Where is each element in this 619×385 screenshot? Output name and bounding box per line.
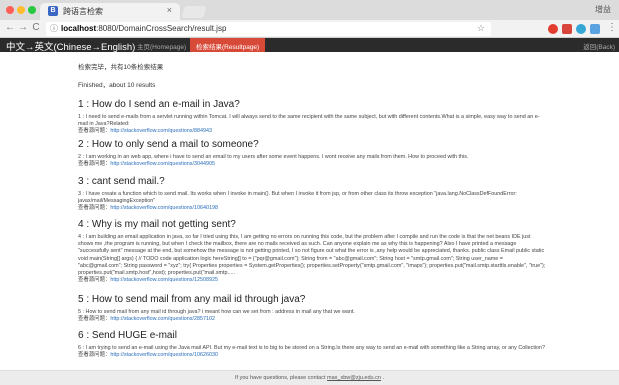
result-title: 5 : How to send mail from any mail id th…: [78, 294, 306, 305]
result-item: 6 : Send HUGE e-mail 6 : I am trying to …: [78, 330, 546, 359]
result-snippet: 1 : I need to send e-mails from a servle…: [78, 114, 540, 128]
result-source: 查看源问题：http://stackoverflow.com/questions…: [78, 128, 546, 135]
source-label: 查看源问题：: [78, 352, 111, 359]
source-label: 查看源问题：: [78, 161, 111, 168]
source-link[interactable]: http://stackoverflow.com/questions/88494…: [110, 128, 212, 134]
result-item: 3 : cant send mail.? 3 : I have create a…: [78, 176, 546, 212]
source-link[interactable]: http://stackoverflow.com/questions/10626…: [110, 352, 218, 358]
forward-arrow-icon[interactable]: →: [17, 22, 29, 33]
nav-link-back[interactable]: 返回(Back): [583, 41, 615, 51]
source-label: 查看源问题：: [78, 205, 111, 212]
browser-menu-icon[interactable]: ⋮: [607, 22, 617, 33]
bookmark-star-icon[interactable]: ☆: [477, 23, 485, 34]
window-minimize-button[interactable]: [17, 6, 25, 14]
nav-link-result-active[interactable]: 检索结果(Resultpage): [190, 38, 266, 52]
extension-icon[interactable]: [590, 24, 600, 34]
url-path: :8080/DomainCrossSearch/result.jsp: [96, 24, 227, 33]
source-link[interactable]: http://stackoverflow.com/questions/28571…: [110, 316, 215, 322]
source-link[interactable]: http://stackoverflow.com/questions/30449…: [110, 161, 215, 167]
source-link[interactable]: http://stackoverflow.com/questions/10640…: [110, 205, 218, 211]
tab-favicon-icon: B: [48, 6, 58, 16]
result-item: 4 : Why is my mail not getting sent? 4 :…: [78, 219, 546, 284]
footer-message: If you have questions, please contact: [235, 375, 326, 381]
navbar-brand[interactable]: 中文→英文(Chinese→English): [6, 39, 135, 53]
result-source: 查看源问题：http://stackoverflow.com/questions…: [78, 316, 546, 323]
window-close-button[interactable]: [6, 6, 14, 14]
result-item: 2 : How to only send a mail to someone? …: [78, 139, 546, 168]
contact-email-link[interactable]: max_xbw@zju.edu.cn: [327, 375, 381, 381]
new-tab-button[interactable]: [181, 6, 207, 18]
window-zoom-button[interactable]: [28, 6, 36, 14]
results-summary-en: Finished，about 10 results: [78, 82, 156, 89]
app-navbar: 中文→英文(Chinese→English) 主页(Homepage) 检索结果…: [0, 38, 619, 53]
result-source: 查看源问题：http://stackoverflow.com/questions…: [78, 277, 546, 284]
source-label: 查看源问题：: [78, 128, 111, 135]
url-host: localhost: [61, 24, 97, 33]
result-snippet: 3 : I have create a function which to se…: [78, 191, 517, 205]
back-arrow-icon[interactable]: ←: [4, 22, 16, 33]
result-source: 查看源问题：http://stackoverflow.com/questions…: [78, 205, 546, 212]
nav-link-home[interactable]: 主页(Homepage): [137, 41, 186, 51]
result-item: 1 : How do I send an e-mail in Java? 1 :…: [78, 99, 546, 135]
extension-icon[interactable]: [576, 24, 586, 34]
result-title: 3 : cant send mail.?: [78, 176, 165, 187]
reload-icon[interactable]: C: [30, 22, 42, 33]
result-title: 1 : How do I send an e-mail in Java?: [78, 99, 240, 110]
result-title: 6 : Send HUGE e-mail: [78, 330, 177, 341]
source-label: 查看源问题：: [78, 277, 111, 284]
footer-text: If you have questions, please contact ma…: [0, 375, 619, 381]
footer-end: .: [382, 375, 384, 381]
source-label: 查看源问题：: [78, 316, 111, 323]
tab-title: 跨语言检索: [63, 7, 103, 16]
source-link[interactable]: http://stackoverflow.com/questions/12508…: [110, 277, 218, 283]
page-footer: If you have questions, please contact ma…: [0, 370, 619, 385]
results-summary-zh: 检索完毕，共有10条检索结果: [78, 64, 164, 71]
extension-icon[interactable]: [562, 24, 572, 34]
address-url: localhost:8080/DomainCrossSearch/result.…: [61, 24, 226, 33]
result-source: 查看源问题：http://stackoverflow.com/questions…: [78, 161, 546, 168]
site-info-icon[interactable]: ⓘ: [50, 23, 58, 34]
result-snippet: 4 : I am building an email application i…: [78, 234, 546, 277]
browser-titlebar: B 跨语言检索 × 增益: [0, 0, 619, 20]
extension-icon[interactable]: [548, 24, 558, 34]
address-bar[interactable]: ⓘ localhost:8080/DomainCrossSearch/resul…: [46, 22, 491, 36]
browser-toolbar: ← → C ⓘ localhost:8080/DomainCrossSearch…: [0, 20, 619, 38]
tab-close-icon[interactable]: ×: [167, 5, 172, 15]
result-title: 2 : How to only send a mail to someone?: [78, 139, 259, 150]
profile-name[interactable]: 增益: [595, 4, 611, 15]
browser-tab[interactable]: B 跨语言检索 ×: [40, 3, 180, 20]
result-title: 4 : Why is my mail not getting sent?: [78, 219, 236, 230]
result-item: 5 : How to send mail from any mail id th…: [78, 294, 546, 323]
result-source: 查看源问题：http://stackoverflow.com/questions…: [78, 352, 546, 359]
